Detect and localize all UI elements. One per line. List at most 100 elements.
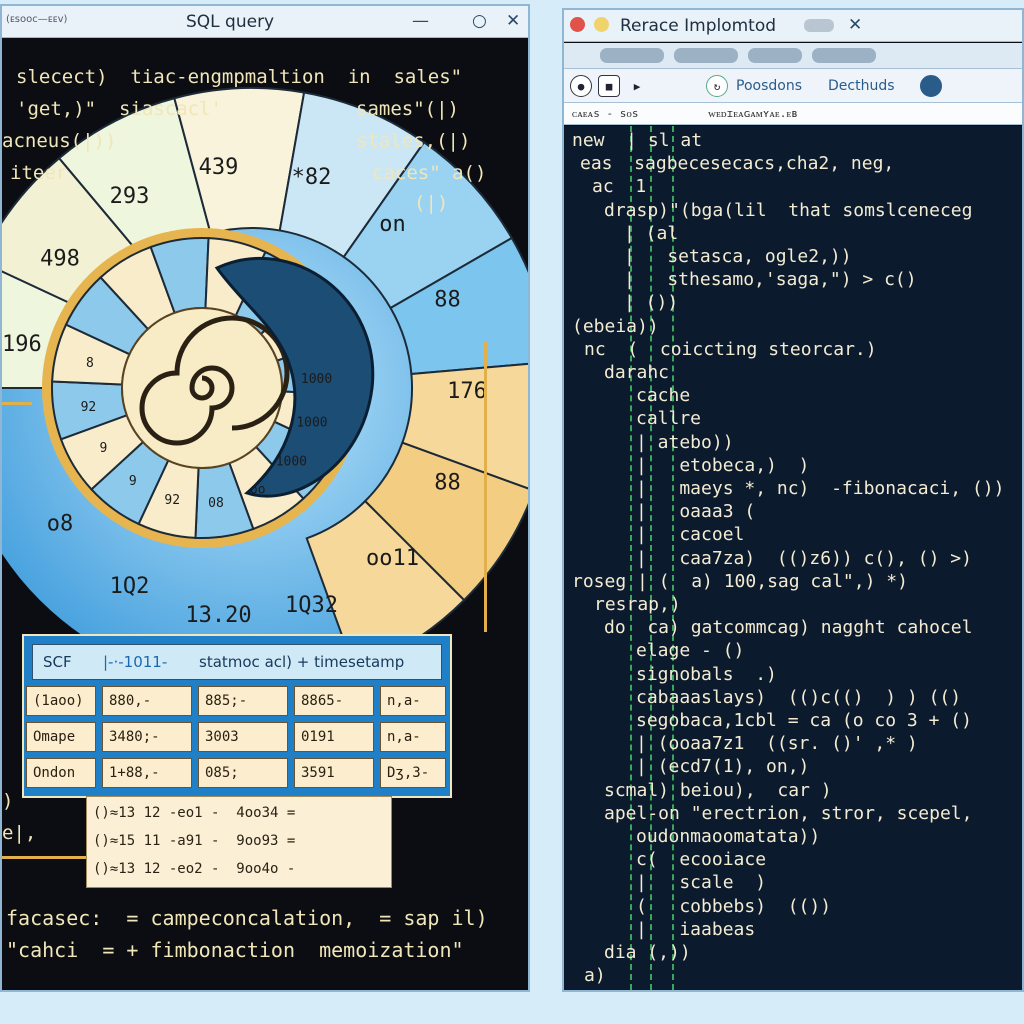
code-line: dia (,)) xyxy=(604,942,691,963)
spiral-inner-label: 1000 xyxy=(301,372,332,387)
table-header: SCF |-·-1011- statmoc acl) + timesetamp xyxy=(32,644,442,680)
spiral-outer-label: on xyxy=(379,212,406,237)
code-line: new | sl at xyxy=(572,130,703,151)
spiral-outer-label: 88 xyxy=(434,471,461,496)
bottom-line-2: "cahci = + fimbonaction memoization" xyxy=(6,938,464,962)
spiral-outer-label: 498 xyxy=(40,247,80,272)
spiral-outer-label: 293 xyxy=(110,184,150,209)
code-line: | sthesamo,'saga,") > c() xyxy=(624,269,917,291)
right-code-4: (|) xyxy=(414,192,449,214)
close-dot-icon[interactable] xyxy=(570,17,585,32)
tab[interactable] xyxy=(812,48,876,63)
path-segment: ᴄᴀᴇᴀs - sᴏs xyxy=(572,107,639,120)
toolbar-label-methods[interactable]: Decthuds xyxy=(828,78,895,94)
spiral-inner-label: 9 xyxy=(100,441,108,456)
toolbar: ● ■ ▶ ↻ Poosdons Decthuds xyxy=(564,69,1022,103)
refresh-button[interactable]: ↻ xyxy=(706,75,728,97)
table-cell: 3591 xyxy=(294,758,374,788)
table-cell: 1+88,- xyxy=(102,758,192,788)
stop-button[interactable]: ■ xyxy=(598,75,620,97)
spiral-outer-label: 196 xyxy=(2,332,42,357)
code-area[interactable]: new | sl at eas sagbecesecacs,cha2, neg, a… xyxy=(564,126,1022,990)
code-line: | cacoel xyxy=(636,524,745,546)
spiral-inner-label: 1000 xyxy=(276,454,307,469)
title-tag: (ᴇsᴏᴏᴄ—ᴇᴇᴠ) xyxy=(6,14,68,25)
left-edge-1: ) xyxy=(2,790,14,812)
code-line-2: 'get,)" siascacl' xyxy=(16,98,222,120)
spiral-outer-label: oo11 xyxy=(366,546,419,571)
toggle-pill-icon[interactable] xyxy=(804,19,834,32)
deco-bar-right xyxy=(484,342,487,632)
code-line: | atebo)) xyxy=(636,431,734,453)
close-button[interactable]: ✕ xyxy=(848,15,862,35)
deco-bar-left xyxy=(2,402,32,405)
right-titlebar[interactable]: Rerace Implomtod ✕ xyxy=(564,10,1022,42)
path-bar[interactable]: ᴄᴀᴇᴀs - sᴏs ᴡᴇᴅɪᴇᴀɢᴀᴍʏᴀᴇ.ᴇʙ xyxy=(564,103,1022,125)
code-line: darahc xyxy=(604,362,670,383)
spiral-inner-label: 9 xyxy=(129,474,137,489)
code-line: do ca) gatcommcag) nagght cahocel xyxy=(604,617,973,639)
code-line: | ()) xyxy=(624,292,679,314)
toolbar-label-positions[interactable]: Poosdons xyxy=(736,78,802,94)
spiral-outer-label: 1Q2 xyxy=(110,574,150,599)
log-line: ()≈15 11 -a91 - 9oo93 = xyxy=(93,833,296,849)
log-line: ()≈13 12 -eo2 - 9oo4o - xyxy=(93,861,296,877)
table-row: (1aoo) 880,- 885;- 8865- n,a- xyxy=(26,684,450,718)
table-cell: 885;- xyxy=(198,686,288,716)
table-cell: n,a- xyxy=(380,722,446,752)
spiral-inner-label: 1000 xyxy=(296,416,327,431)
code-line: roseg | ( a) 100,sag cal",) *) xyxy=(572,570,908,592)
right-code-2: stales,(|) xyxy=(356,130,471,152)
table-cell: 3480;- xyxy=(102,722,192,752)
code-line: | maeys *, nc) -fibonacaci, ()) xyxy=(636,478,1005,499)
record-button[interactable]: ● xyxy=(570,75,592,97)
close-button[interactable]: ✕ xyxy=(506,11,520,31)
tab[interactable] xyxy=(600,48,664,63)
code-line: signobals .) xyxy=(636,663,777,685)
code-line: a) xyxy=(584,965,606,987)
table-cell: n,a- xyxy=(380,686,446,716)
minimize-dot-icon[interactable] xyxy=(594,17,609,32)
row-label: (1aoo) xyxy=(26,686,96,716)
sql-query-window: (ᴇsᴏᴏᴄ—ᴇᴇᴠ) SQL query — ○ ✕ 196 498 293 439… xyxy=(0,4,530,992)
minimize-button[interactable]: — xyxy=(412,11,429,31)
code-line: | (ooaa7z1 ((sr. ()' ,* ) xyxy=(636,733,918,755)
log-output-box: ()≈13 12 -eo1 - 4oo34 = ()≈15 11 -a91 - … xyxy=(86,796,392,888)
code-line: nc ( coiccting steorcar.) xyxy=(584,338,877,360)
code-line: drasp)"(bga(lil that somslceneceg xyxy=(604,199,973,221)
right-code-3: caces" a() xyxy=(372,162,487,184)
tab[interactable] xyxy=(748,48,802,63)
path-segment: ᴡᴇᴅɪᴇᴀɢᴀᴍʏᴀᴇ.ᴇʙ xyxy=(708,107,798,120)
tab[interactable] xyxy=(674,48,738,63)
code-line-3: acneus(|)) xyxy=(2,130,117,152)
code-line: | (ecd7(1), on,) xyxy=(636,756,810,778)
table-cell: 0191 xyxy=(294,722,374,752)
window-title: SQL query xyxy=(186,12,275,32)
spiral-outer-label: 88 xyxy=(434,287,461,312)
table-header-3: statmoc acl) + timesetamp xyxy=(199,653,405,671)
table-cell: 3003 xyxy=(198,722,288,752)
code-line: elage - () xyxy=(636,640,745,662)
spiral-inner-label: oo xyxy=(250,483,266,498)
code-line: (ebeia)) xyxy=(572,315,659,337)
globe-icon[interactable] xyxy=(920,75,942,97)
table-cell: 085; xyxy=(198,758,288,788)
code-line: cache xyxy=(636,385,691,407)
code-line: ac 1 xyxy=(592,176,647,198)
spiral-inner-label: 8 xyxy=(86,356,94,371)
code-line: | setasca, ogle2,)) xyxy=(624,246,852,267)
table-row: Ondon 1+88,- 085; 3591 Dʒ,3- xyxy=(26,756,450,790)
play-button[interactable]: ▶ xyxy=(626,75,648,97)
left-titlebar[interactable]: (ᴇsᴏᴏᴄ—ᴇᴇᴠ) SQL query — ○ ✕ xyxy=(2,6,528,38)
code-line: | caa7za) (()z6)) c(), () >) xyxy=(636,547,972,569)
spiral-inner-label: 08 xyxy=(208,496,224,511)
code-line: | scale ) xyxy=(636,872,767,894)
code-line: ( cobbebs) (()) xyxy=(636,895,832,917)
maximize-button[interactable]: ○ xyxy=(472,11,487,31)
code-line: cabaaaslays) (()c(() ) ) (() xyxy=(636,686,962,708)
table-cell: 880,- xyxy=(102,686,192,716)
spiral-outer-label: 439 xyxy=(199,155,239,180)
spiral-outer-label: *82 xyxy=(292,165,332,190)
log-line: ()≈13 12 -eo1 - 4oo34 = xyxy=(93,805,296,821)
spiral-inner-label: 92 xyxy=(164,493,180,508)
